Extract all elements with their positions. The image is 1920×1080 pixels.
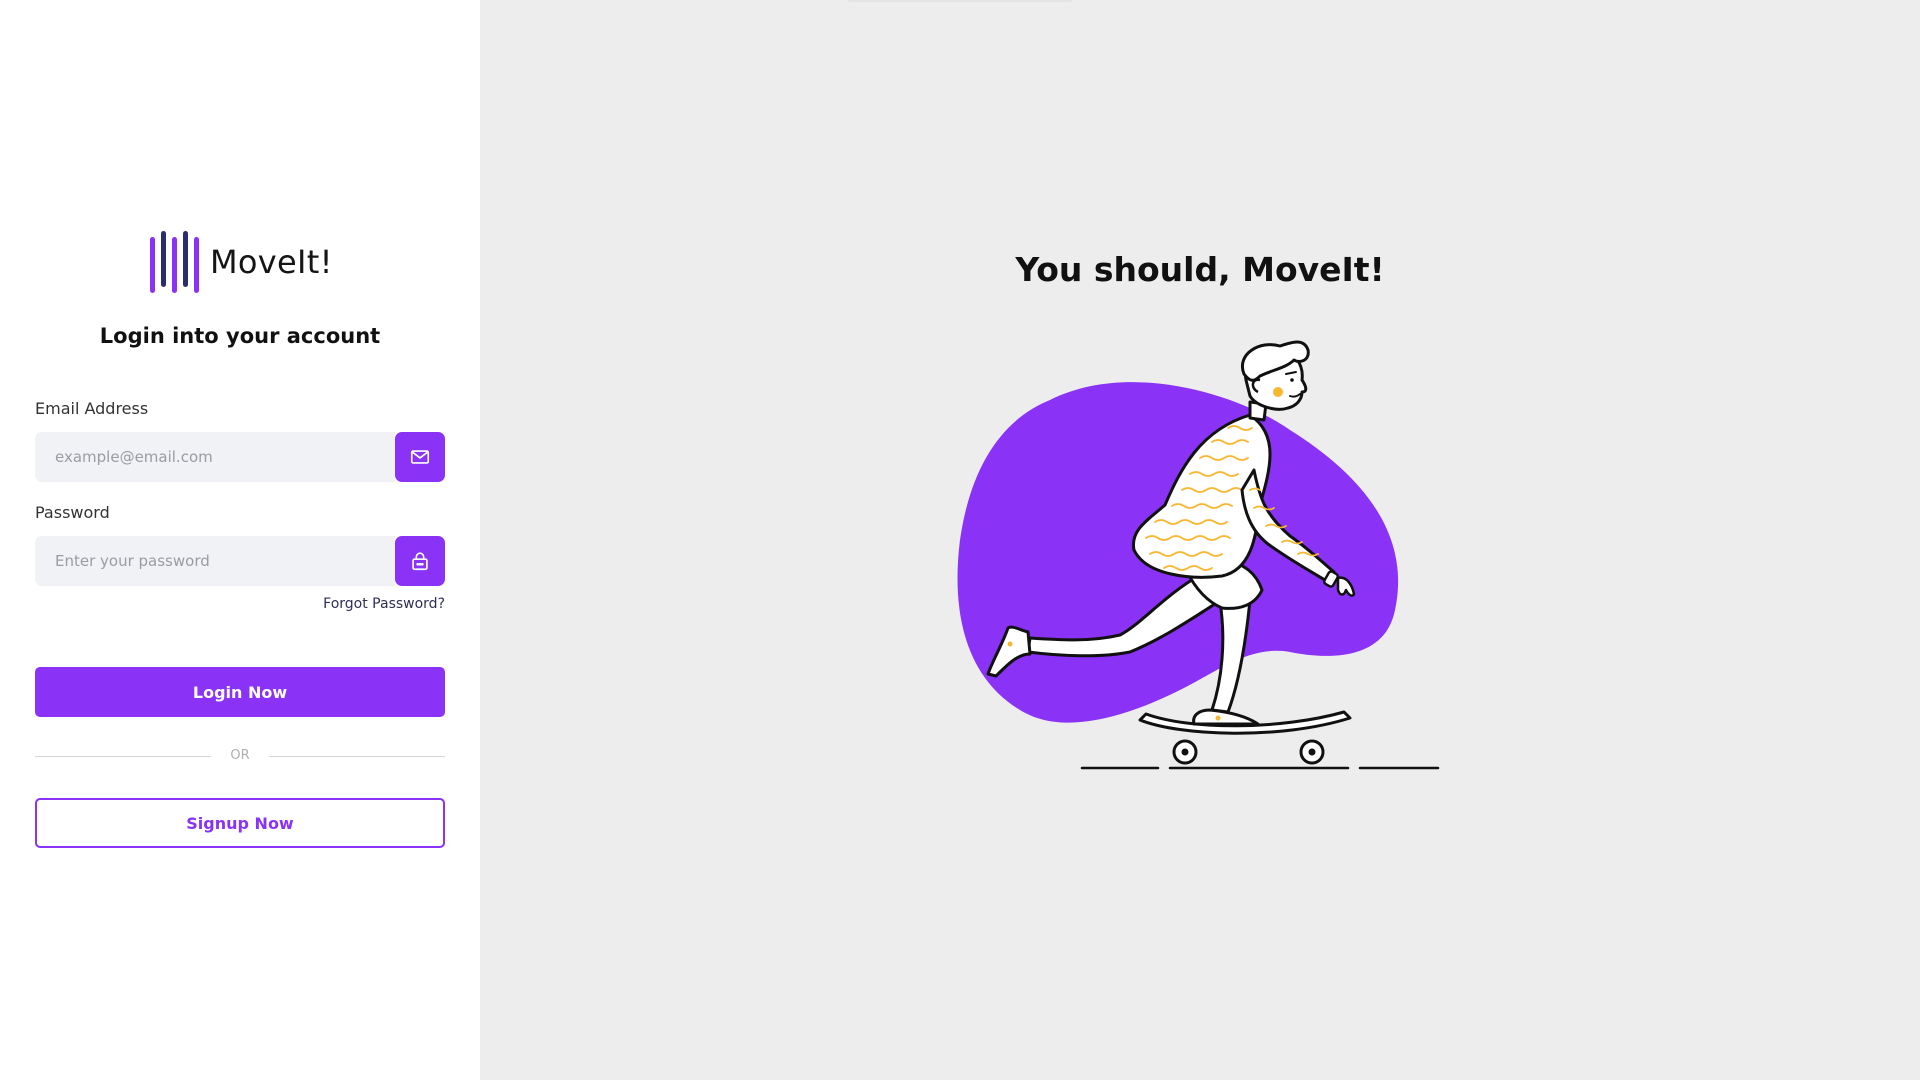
- password-label: Password: [35, 503, 110, 522]
- hero-title: You should, MoveIt!: [1015, 250, 1385, 289]
- brand-name: MoveIt!: [210, 243, 333, 281]
- vertical-bars-logo-icon: [150, 231, 199, 293]
- email-label: Email Address: [35, 399, 149, 418]
- password-input-group: [35, 536, 445, 586]
- person-skateboarding-illustration: [957, 340, 1440, 770]
- login-button[interactable]: Login Now: [35, 667, 445, 717]
- divider-line-right: [269, 756, 445, 757]
- password-field[interactable]: [35, 536, 395, 586]
- email-field[interactable]: [35, 432, 395, 482]
- email-input-group: [35, 432, 445, 482]
- email-icon-button[interactable]: [395, 432, 445, 482]
- lock-icon: [412, 552, 428, 571]
- login-panel: MoveIt! Login into your account Email Ad…: [0, 0, 480, 1080]
- signup-button[interactable]: Signup Now: [35, 798, 445, 848]
- forgot-password-link[interactable]: Forgot Password?: [35, 596, 445, 612]
- mail-icon: [410, 450, 430, 464]
- or-divider: OR: [35, 746, 445, 766]
- top-tab-handle: [845, 0, 1075, 2]
- login-heading: Login into your account: [99, 324, 381, 348]
- password-icon-button[interactable]: [395, 536, 445, 586]
- brand: MoveIt!: [148, 231, 333, 293]
- hero-panel: You should, MoveIt!: [480, 0, 1920, 1080]
